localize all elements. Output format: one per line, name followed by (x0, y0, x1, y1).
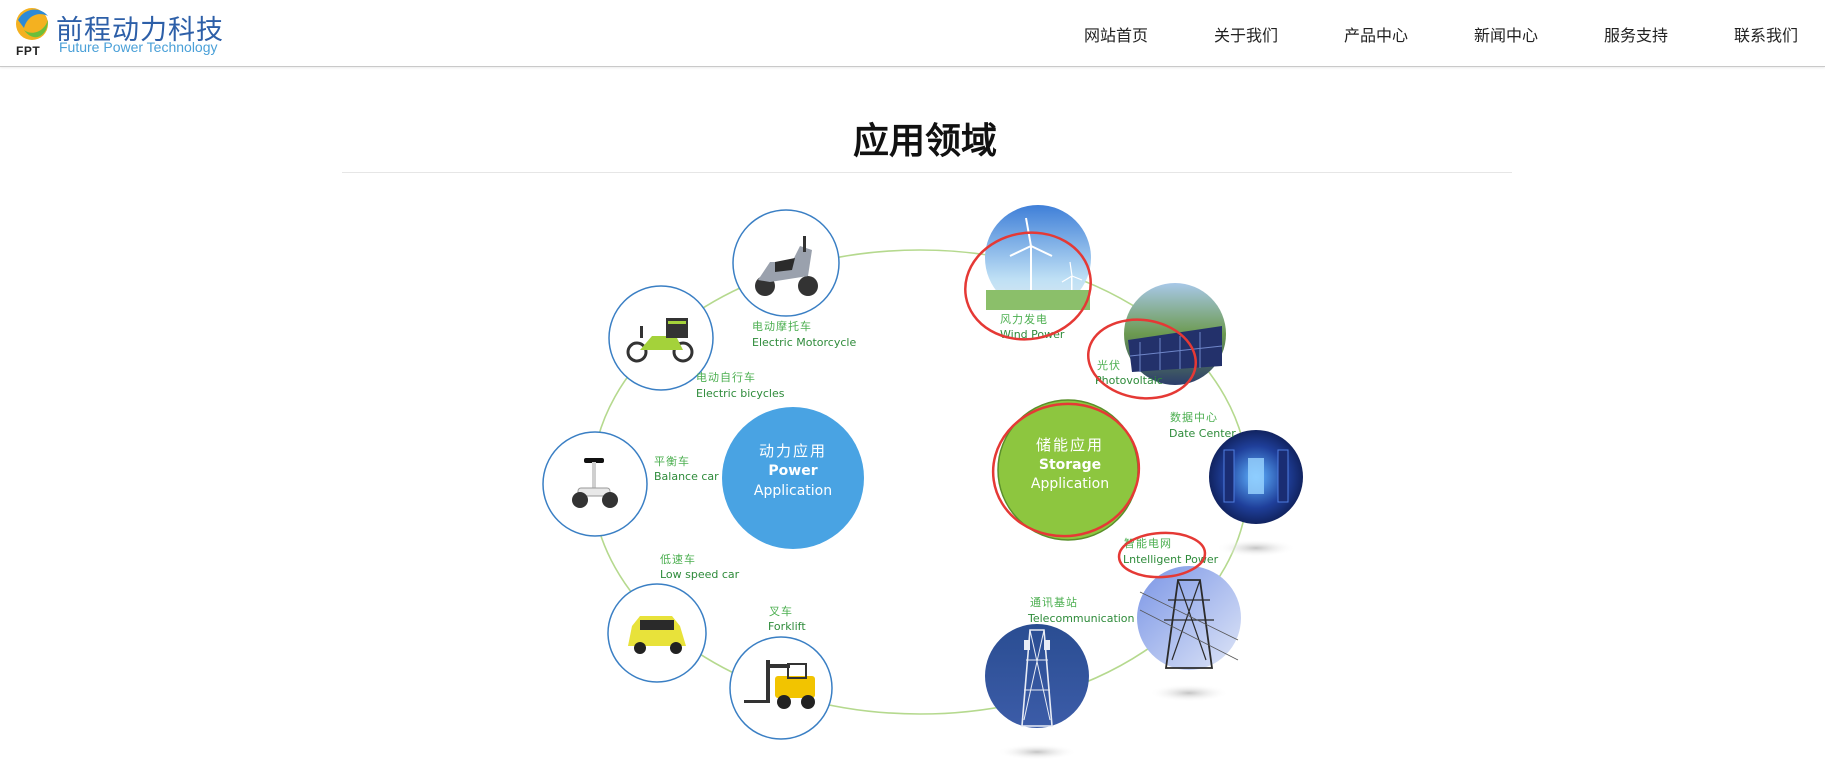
item-low-speed-car[interactable]: 低速车 Low speed car (607, 552, 740, 683)
item-data-center-cn: 数据中心 (1170, 410, 1218, 424)
item-electric-motorcycle[interactable]: 电动摩托车 Electric Motorcycle (732, 209, 856, 349)
item-balance-car-cn: 平衡车 (654, 454, 690, 468)
item-low-speed-car-cn: 低速车 (660, 552, 696, 566)
application-diagram: 动力应用 Power Application 储能应用 Storage Appl… (542, 205, 1303, 760)
item-telecommunication-en: Telecommunication (1027, 612, 1135, 625)
power-center-en2: Application (754, 483, 832, 499)
item-electric-motorcycle-en: Electric Motorcycle (752, 336, 856, 349)
item-telecommunication-cn: 通讯基站 (1030, 595, 1078, 609)
power-center-en1: Power (768, 463, 817, 479)
item-balance-car[interactable]: 平衡车 Balance car (542, 431, 719, 537)
item-forklift-cn: 叉车 (769, 604, 793, 618)
item-intelligent-power[interactable]: 智能电网 Lntelligent Power (1117, 531, 1241, 702)
storage-center-cn: 储能应用 (1036, 436, 1104, 454)
item-photovoltaic-cn: 光伏 (1097, 358, 1121, 372)
item-intelligent-power-cn: 智能电网 (1124, 536, 1172, 550)
storage-center-en2: Application (1031, 476, 1109, 492)
item-forklift-en: Forklift (768, 620, 806, 633)
item-electric-bicycle-cn: 电动自行车 (696, 370, 756, 384)
item-telecommunication[interactable]: 通讯基站 Telecommunication (985, 595, 1135, 760)
item-wind-power-cn: 风力发电 (1000, 312, 1048, 326)
item-balance-car-en: Balance car (654, 470, 719, 483)
power-application-center[interactable]: 动力应用 Power Application (722, 407, 864, 549)
item-forklift[interactable]: 叉车 Forklift (729, 604, 833, 740)
storage-center-en1: Storage (1039, 457, 1101, 473)
item-electric-motorcycle-cn: 电动摩托车 (752, 319, 812, 333)
item-electric-bicycle-en: Electric bicycles (696, 387, 785, 400)
power-center-cn: 动力应用 (759, 442, 827, 460)
item-data-center-en: Date Center (1169, 427, 1236, 440)
item-wind-power[interactable]: 风力发电 Wind Power (957, 205, 1099, 349)
item-photovoltaic[interactable]: 光伏 Photovoltaic (1083, 283, 1226, 405)
item-data-center[interactable]: 数据中心 Date Center (1169, 410, 1303, 557)
item-low-speed-car-en: Low speed car (660, 568, 740, 581)
storage-application-center[interactable]: 储能应用 Storage Application (985, 394, 1148, 545)
